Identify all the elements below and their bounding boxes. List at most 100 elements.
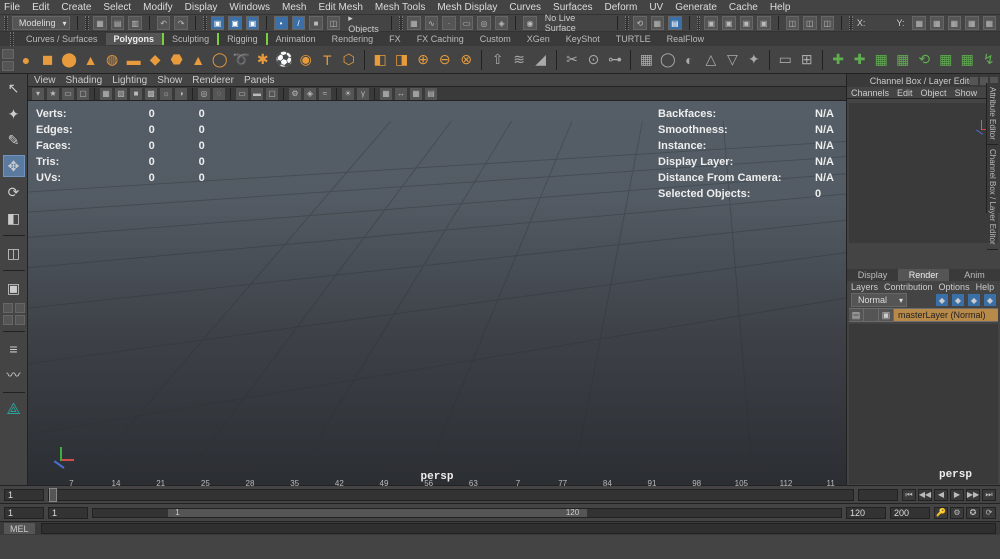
snap-live-icon[interactable]: ◈ — [495, 16, 509, 30]
layer-vis-icon[interactable]: ▤ — [849, 309, 863, 321]
sel-mask-face-icon[interactable]: ■ — [309, 16, 323, 30]
play-fwd-icon[interactable]: ▶ — [950, 489, 964, 501]
render-layer-row[interactable]: ▤ ▣ masterLayer (Normal) — [849, 308, 998, 322]
panel-menu-lighting[interactable]: Lighting — [112, 75, 147, 86]
go-start-icon[interactable]: ⏮ — [902, 489, 916, 501]
dock-tab-attribute-editor[interactable]: Attribute Editor — [987, 83, 998, 145]
shelf-tab-rigging[interactable]: Rigging — [219, 33, 268, 45]
shelf-tab-turtle[interactable]: TURTLE — [608, 33, 659, 45]
drag-handle-icon[interactable] — [625, 16, 629, 30]
panel-menu-show[interactable]: Show — [157, 75, 182, 86]
snap-grid-icon[interactable]: ▦ — [407, 16, 421, 30]
lasso-tool-icon[interactable]: ✦ — [3, 103, 25, 125]
shadows-icon[interactable]: ◑ — [175, 88, 187, 100]
open-scene-icon[interactable]: ▤ — [111, 16, 125, 30]
cb-menu-channels[interactable]: Channels — [851, 88, 889, 98]
shelf-tab-polygons[interactable]: Polygons — [106, 33, 163, 45]
paint-select-icon[interactable]: ✎ — [3, 129, 25, 151]
bool-intersect-icon[interactable]: ⊗ — [457, 49, 476, 71]
layout-single-icon[interactable]: ▣ — [3, 277, 25, 299]
vp-gamma-icon[interactable]: γ — [357, 88, 369, 100]
poly-cylinder-icon[interactable]: ⬤ — [60, 49, 79, 71]
menu-surfaces[interactable]: Surfaces — [553, 2, 592, 13]
shelf-tab-fx[interactable]: FX — [381, 33, 409, 45]
layer-menu-contribution[interactable]: Contribution — [884, 282, 933, 292]
last-tool-icon[interactable]: ◫ — [3, 242, 25, 264]
uv-planar-icon[interactable]: ▭ — [776, 49, 795, 71]
xg-c-icon[interactable]: ▦ — [872, 49, 891, 71]
snap-view-icon[interactable]: ◎ — [477, 16, 491, 30]
end-display-field[interactable] — [858, 489, 898, 501]
panel-menu-shading[interactable]: Shading — [66, 75, 103, 86]
toggle-b-icon[interactable]: ▦ — [930, 16, 944, 30]
render-region-icon[interactable]: ▣ — [740, 16, 754, 30]
snap-curve-icon[interactable]: ∿ — [425, 16, 439, 30]
undo-icon[interactable]: ↶ — [157, 16, 171, 30]
xray-icon[interactable]: ◌ — [213, 88, 225, 100]
shelf-tab-fx-caching[interactable]: FX Caching — [409, 33, 472, 45]
select-tool-icon[interactable]: ↖ — [3, 77, 25, 99]
panel-menu-renderer[interactable]: Renderer — [192, 75, 234, 86]
poly-disc-icon[interactable]: ◆ — [146, 49, 165, 71]
range-rail[interactable]: 1 120 — [92, 508, 842, 518]
grid-icon[interactable]: ▦ — [100, 88, 112, 100]
menu-display[interactable]: Display — [185, 2, 218, 13]
drag-handle-icon[interactable] — [85, 16, 89, 30]
snap-plane-icon[interactable]: ▭ — [460, 16, 474, 30]
sel-mask-vertex-icon[interactable]: • — [274, 16, 288, 30]
layer-tab-anim[interactable]: Anim — [949, 269, 1000, 281]
render-settings-icon[interactable]: ▣ — [757, 16, 771, 30]
menu-curves[interactable]: Curves — [509, 2, 541, 13]
step-back-icon[interactable]: ◀◀ — [918, 489, 932, 501]
poly-pyramid-icon[interactable]: ▲ — [189, 49, 208, 71]
film-gate-icon[interactable]: ▢ — [77, 88, 89, 100]
graph-editor-icon[interactable]: 〰 — [3, 364, 25, 386]
layer-menu-layers[interactable]: Layers — [851, 282, 878, 292]
xg-h-icon[interactable]: ↯ — [980, 49, 999, 71]
dock-tab-channel-box-layer-editor[interactable]: Channel Box / Layer Editor — [987, 145, 998, 250]
move-tool-icon[interactable]: ✥ — [3, 155, 25, 177]
anim-prefs-icon[interactable]: ⚙ — [950, 507, 964, 519]
xg-b-icon[interactable]: ✚ — [850, 49, 869, 71]
poly-soccer-icon[interactable]: ⚽ — [275, 49, 294, 71]
play-back-icon[interactable]: ◀ — [934, 489, 948, 501]
isolate-icon[interactable]: ◎ — [198, 88, 210, 100]
poly-plane-icon[interactable]: ▬ — [124, 49, 143, 71]
layout-grid-icon[interactable] — [3, 303, 25, 325]
menu-mesh-display[interactable]: Mesh Display — [437, 2, 497, 13]
poly-helix-icon[interactable]: ➰ — [232, 49, 251, 71]
vp-opt2-icon[interactable]: ↔ — [395, 88, 407, 100]
ipr-render-icon[interactable]: ▣ — [722, 16, 736, 30]
poly-platonic-icon[interactable]: ⬣ — [167, 49, 186, 71]
xg-a-icon[interactable]: ✚ — [829, 49, 848, 71]
shelf-tab-realflow[interactable]: RealFlow — [659, 33, 713, 45]
target-weld-icon[interactable]: ⊙ — [584, 49, 603, 71]
menu-generate[interactable]: Generate — [675, 2, 717, 13]
bookmark-icon[interactable]: ★ — [47, 88, 59, 100]
vp-exposure-icon[interactable]: ☀ — [342, 88, 354, 100]
poly-cone-icon[interactable]: ▲ — [81, 49, 100, 71]
poly-pipe-icon[interactable]: ◯ — [210, 49, 229, 71]
construction-history-icon[interactable]: ▦ — [651, 16, 665, 30]
xg-g-icon[interactable]: ▦ — [958, 49, 977, 71]
menu-file[interactable]: File — [4, 2, 20, 13]
perspective-viewport[interactable]: Verts:00Edges:00Faces:00Tris:00UVs:00 Ba… — [28, 101, 846, 485]
cb-menu-show[interactable]: Show — [955, 88, 978, 98]
render-view-icon[interactable]: ◫ — [821, 16, 835, 30]
gate-mask-icon[interactable]: ▬ — [251, 88, 263, 100]
vp-renderer-icon[interactable]: ⚙ — [289, 88, 301, 100]
menu-mesh-tools[interactable]: Mesh Tools — [375, 2, 425, 13]
hypershade-icon[interactable]: ◫ — [786, 16, 800, 30]
pin-icon[interactable] — [970, 77, 978, 85]
range-end[interactable]: 120 — [846, 507, 886, 519]
select-hierarchy-icon[interactable]: ▣ — [211, 16, 225, 30]
drag-handle-icon[interactable] — [203, 16, 207, 30]
triangulate-icon[interactable]: △ — [702, 49, 721, 71]
bridge-icon[interactable]: ≋ — [510, 49, 529, 71]
image-plane-icon[interactable]: ▭ — [62, 88, 74, 100]
textured-icon[interactable]: ▩ — [145, 88, 157, 100]
layer-mode-dropdown[interactable]: Normal — [851, 293, 907, 307]
xg-f-icon[interactable]: ▦ — [936, 49, 955, 71]
range-start[interactable]: 1 — [48, 507, 88, 519]
step-fwd-icon[interactable]: ▶▶ — [966, 489, 980, 501]
